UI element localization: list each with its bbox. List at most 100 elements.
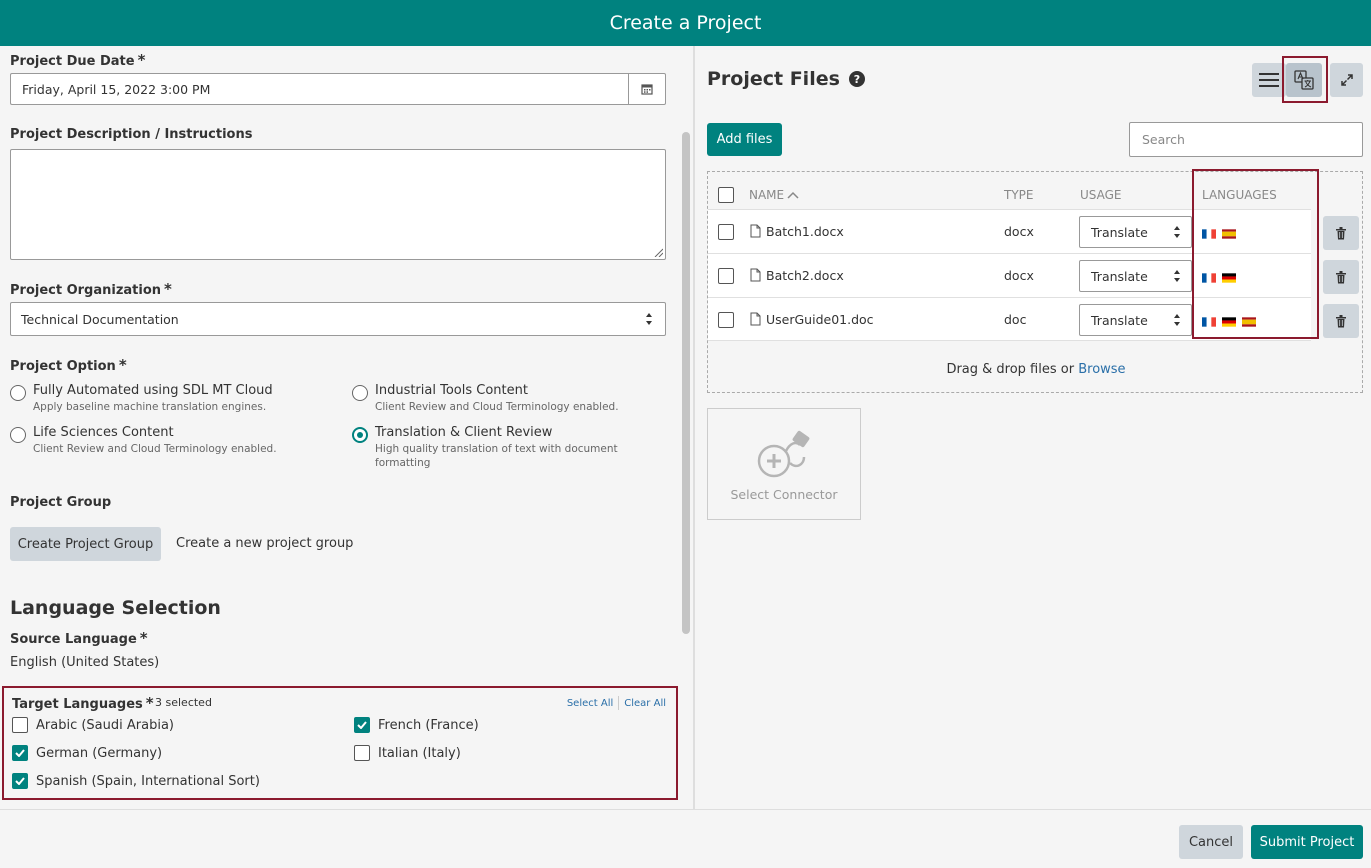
row-checkbox[interactable] [718,268,734,284]
radio-button-selected[interactable] [352,427,368,443]
delete-file-button[interactable] [1323,216,1359,250]
cancel-button[interactable]: Cancel [1179,825,1243,859]
dialog-footer: Cancel Submit Project [0,809,1371,868]
due-date-label: Project Due Date * [10,51,145,69]
clear-all-link[interactable]: Clear All [624,698,666,709]
language-view-highlight [1282,56,1328,103]
column-usage: USAGE [1080,188,1122,202]
project-group-label: Project Group [10,495,112,510]
plug-connector-icon [757,430,810,478]
organization-select[interactable]: Technical Documentation [10,302,666,336]
files-drop-area[interactable]: NAME TYPE USAGE LANGUAGES Batch1.docx do… [707,169,1363,393]
page-header: Create a Project [0,0,1371,46]
table-row: UserGuide01.doc doc Translate [708,297,1311,341]
left-panel-scrollbar[interactable] [682,132,690,634]
submit-project-button[interactable]: Submit Project [1251,825,1363,859]
select-connector-button[interactable]: Select Connector [707,408,861,520]
source-language-label: Source Language * [10,629,148,647]
target-language-italian[interactable]: Italian (Italy) [354,745,461,761]
language-name: Arabic (Saudi Arabia) [36,717,174,733]
option-title: Translation & Client Review [375,425,553,440]
delete-file-button[interactable] [1323,304,1359,338]
radio-button[interactable] [10,427,26,443]
usage-select[interactable]: Translate [1079,260,1192,292]
row-checkbox[interactable] [718,224,734,240]
flag-de-icon [1222,272,1236,283]
table-row: Batch2.docx docx Translate [708,253,1311,297]
usage-select[interactable]: Translate [1079,304,1192,336]
required-marker: * [118,356,127,374]
checkbox-checked[interactable] [354,717,370,733]
target-languages-label-text: Target Languages [12,697,143,712]
required-marker: * [137,51,146,69]
flag-fr-icon [1202,228,1216,239]
checkbox-checked[interactable] [12,745,28,761]
checkbox[interactable] [12,717,28,733]
flag-es-icon [1242,316,1256,327]
project-form-panel: Project Due Date * Friday, April 15, 2022… [0,46,693,809]
list-view-button[interactable] [1252,63,1286,97]
trash-icon [1336,226,1346,239]
calendar-button[interactable] [628,73,666,105]
option-description: Client Review and Cloud Terminology enab… [375,401,619,413]
project-group-hint: Create a new project group [176,536,354,551]
project-files-title: Project Files ? [707,68,865,90]
add-files-button[interactable]: Add files [707,123,782,156]
row-checkbox[interactable] [718,312,734,328]
required-marker: * [145,694,154,712]
select-arrows-icon [1174,226,1180,238]
select-connector-label: Select Connector [730,487,838,502]
expand-button[interactable] [1330,63,1363,97]
source-language-label-text: Source Language [10,632,137,647]
target-language-french[interactable]: French (France) [354,717,479,733]
language-flags [1202,225,1242,240]
file-type: docx [1004,268,1034,283]
radio-button[interactable] [352,385,368,401]
option-fully-automated[interactable]: Fully Automated using SDL MT Cloud Apply… [10,383,293,414]
due-date-label-text: Project Due Date [10,54,135,69]
resize-grip-icon[interactable] [653,247,663,257]
option-description: Client Review and Cloud Terminology enab… [33,443,277,455]
target-languages-label: Target Languages * [12,694,154,712]
due-date-input[interactable]: Friday, April 15, 2022 3:00 PM [10,73,629,105]
language-flags [1202,313,1262,328]
flag-de-icon [1222,316,1236,327]
browse-link[interactable]: Browse [1078,362,1125,377]
language-flags [1202,269,1242,284]
search-input[interactable]: Search [1129,122,1363,157]
column-name[interactable]: NAME [749,188,799,202]
radio-button[interactable] [10,385,26,401]
option-translation-client-review[interactable]: Translation & Client Review High quality… [352,425,635,470]
create-project-group-button[interactable]: Create Project Group [10,527,161,561]
link-divider [618,696,620,710]
usage-select[interactable]: Translate [1079,216,1192,248]
select-all-link[interactable]: Select All [567,698,613,709]
option-title: Life Sciences Content [33,425,174,440]
file-icon [750,268,761,282]
flag-fr-icon [1202,316,1216,327]
checkbox-checked[interactable] [12,773,28,789]
select-clear-links: Select All Clear All [567,696,666,710]
language-selection-title: Language Selection [10,597,221,619]
table-row: Batch1.docx docx Translate [708,209,1311,253]
description-textarea[interactable] [10,149,666,260]
target-language-german[interactable]: German (Germany) [12,745,162,761]
description-label: Project Description / Instructions [10,127,253,142]
select-all-files-checkbox[interactable] [718,187,734,203]
language-name: German (Germany) [36,745,163,761]
source-language-value: English (United States) [10,655,160,670]
select-arrows-icon [1174,314,1180,326]
required-marker: * [139,629,148,647]
option-life-sciences[interactable]: Life Sciences Content Client Review and … [10,425,293,456]
option-industrial-tools[interactable]: Industrial Tools Content Client Review a… [352,383,635,414]
target-language-spanish[interactable]: Spanish (Spain, International Sort) [12,773,260,789]
target-language-arabic[interactable]: Arabic (Saudi Arabia) [12,717,174,733]
column-type: TYPE [1004,188,1034,202]
file-icon [750,312,761,326]
checkbox[interactable] [354,745,370,761]
option-description: High quality translation of text with do… [375,443,618,469]
column-name-text: NAME [749,188,785,202]
delete-file-button[interactable] [1323,260,1359,294]
target-languages-box: Target Languages * 3 selected Select All … [2,686,678,800]
help-icon[interactable]: ? [848,71,865,87]
